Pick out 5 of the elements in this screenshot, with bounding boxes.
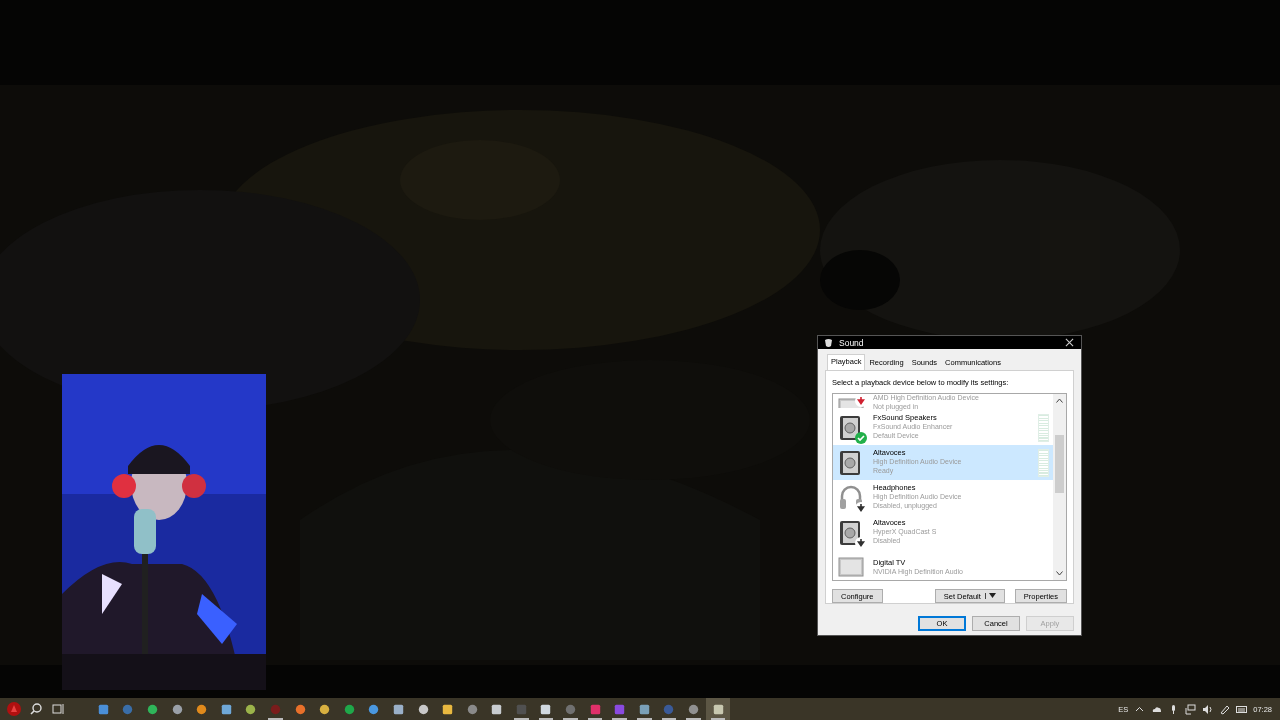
keyboard-icon[interactable] xyxy=(1236,703,1248,715)
network-icon[interactable] xyxy=(1185,703,1197,715)
pen-icon[interactable] xyxy=(1219,703,1231,715)
volume-icon[interactable] xyxy=(1202,703,1214,715)
app-icon[interactable] xyxy=(705,698,731,720)
